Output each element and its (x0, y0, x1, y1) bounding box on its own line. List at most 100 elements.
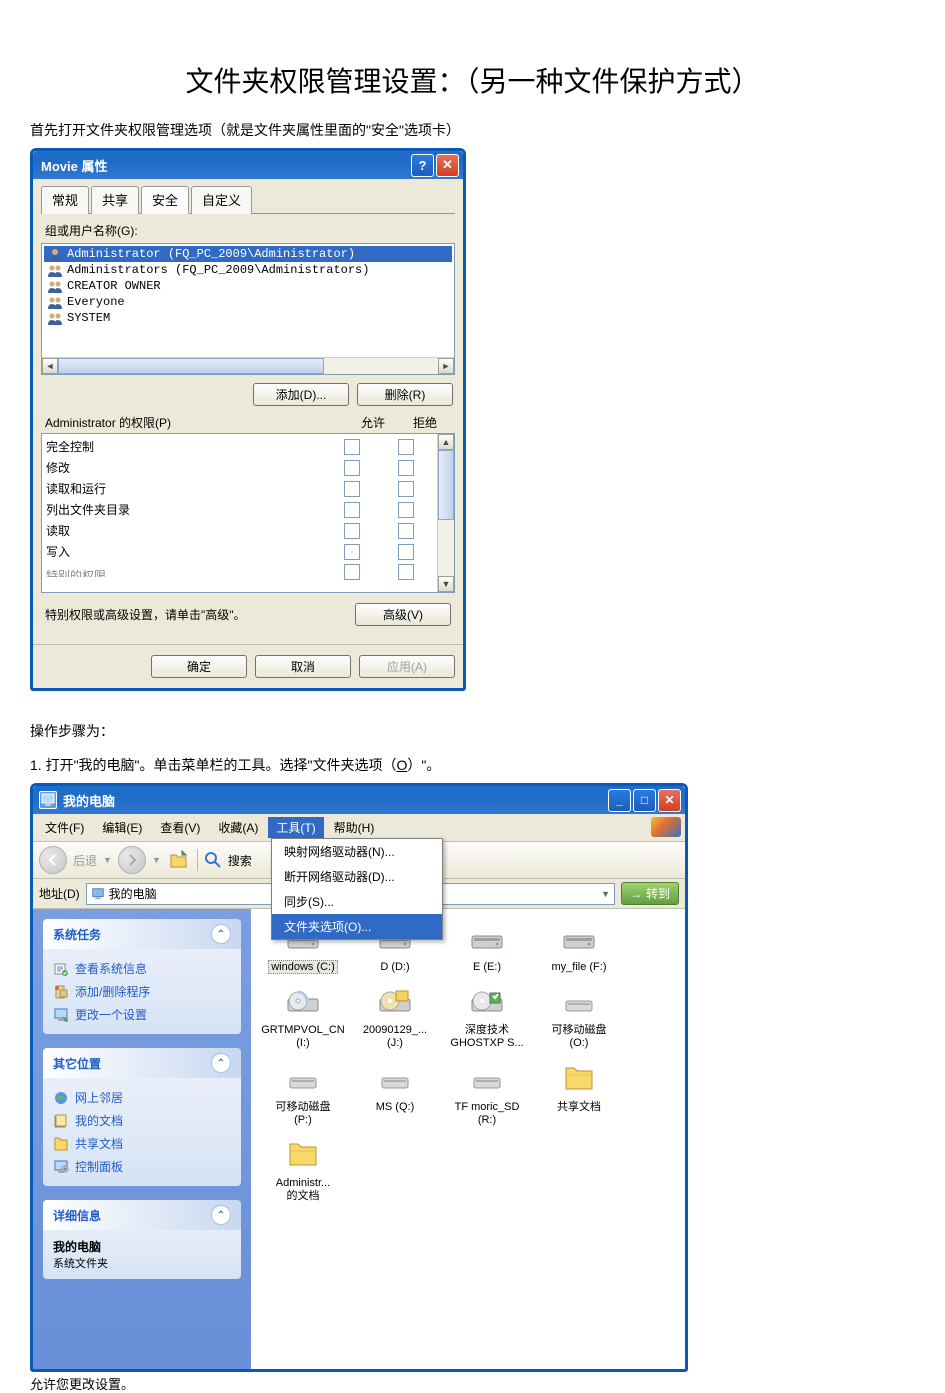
tab-3[interactable]: 自定义 (191, 186, 252, 214)
titlebar[interactable]: Movie 属性 ? ✕ (33, 151, 463, 179)
menu-item[interactable]: 帮助(H) (326, 817, 383, 838)
dropdown-item[interactable]: 文件夹选项(O)... (272, 914, 442, 939)
up-button[interactable] (167, 848, 191, 872)
apply-button[interactable]: 应用(A) (359, 655, 455, 678)
menu-item[interactable]: 收藏(A) (210, 817, 266, 838)
collapse-icon[interactable]: ⌃ (211, 924, 231, 944)
user-item[interactable]: Administrator (FQ_PC_2009\Administrator) (44, 246, 452, 262)
status-text: 允许您更改设置。 (30, 1372, 915, 1393)
drive-icon[interactable]: MS (Q:) (349, 1059, 441, 1127)
sidebar-link[interactable]: 更改一个设置 (53, 1003, 231, 1026)
allow-checkbox[interactable] (344, 439, 360, 455)
drive-icon[interactable]: Administr...的文档 (257, 1135, 349, 1203)
permission-listbox: 完全控制修改读取和运行列出文件夹目录读取写入特别的权限 ▲ ▼ (41, 433, 455, 593)
user-listbox[interactable]: Administrator (FQ_PC_2009\Administrator)… (41, 243, 455, 375)
panel-header[interactable]: 系统任务⌃ (43, 919, 241, 949)
dropdown-item[interactable]: 断开网络驱动器(D)... (272, 864, 442, 889)
deny-checkbox[interactable] (398, 564, 414, 580)
scroll-up-icon[interactable]: ▲ (438, 434, 454, 450)
drive-icon[interactable]: 20090129_...(J:) (349, 982, 441, 1050)
v-scrollbar[interactable]: ▲ ▼ (437, 434, 454, 592)
collapse-icon[interactable]: ⌃ (211, 1053, 231, 1073)
scroll-thumb[interactable] (438, 450, 454, 520)
menu-item[interactable]: 编辑(E) (94, 817, 150, 838)
go-button[interactable]: →转到 (621, 882, 679, 905)
drive-icon[interactable]: GRTMPVOL_CN(I:) (257, 982, 349, 1050)
drive-icon[interactable]: TF moric_SD(R:) (441, 1059, 533, 1127)
drive-icon[interactable]: 共享文档 (533, 1059, 625, 1127)
scroll-down-icon[interactable]: ▼ (438, 576, 454, 592)
cancel-button[interactable]: 取消 (255, 655, 351, 678)
detail-type: 系统文件夹 (53, 1255, 231, 1271)
tab-0[interactable]: 常规 (41, 186, 89, 214)
back-button[interactable] (39, 846, 67, 874)
close-button[interactable]: ✕ (658, 789, 681, 812)
dropdown-item[interactable]: 同步(S)... (272, 889, 442, 914)
menu-item[interactable]: 查看(V) (152, 817, 208, 838)
drive-icon[interactable]: E (E:) (441, 919, 533, 974)
link-icon (53, 1136, 69, 1152)
deny-checkbox[interactable] (398, 481, 414, 497)
drive-icon[interactable]: 可移动磁盘(O:) (533, 982, 625, 1050)
explorer-titlebar[interactable]: 我的电脑 _ □ ✕ (33, 786, 685, 814)
menu-item[interactable]: 工具(T) (268, 817, 323, 838)
deny-checkbox[interactable] (398, 460, 414, 476)
user-item[interactable]: Everyone (44, 294, 452, 310)
panel-header[interactable]: 其它位置⌃ (43, 1048, 241, 1078)
dropdown-item[interactable]: 映射网络驱动器(N)... (272, 839, 442, 864)
deny-checkbox[interactable] (398, 544, 414, 560)
remove-button[interactable]: 删除(R) (357, 383, 453, 406)
sidebar-link[interactable]: 控制面板 (53, 1155, 231, 1178)
computer-icon (39, 791, 57, 809)
sidebar-link[interactable]: 查看系统信息 (53, 957, 231, 980)
sidebar-link[interactable]: 添加/删除程序 (53, 980, 231, 1003)
step-1: 1. 打开"我的电脑"。单击菜单栏的工具。选择"文件夹选项（O）"。 (30, 755, 915, 775)
allow-checkbox[interactable] (344, 460, 360, 476)
drive-icon[interactable]: 深度技术GHOSTXP S... (441, 982, 533, 1050)
deny-checkbox[interactable] (398, 439, 414, 455)
drive-icon[interactable]: 可移动磁盘(P:) (257, 1059, 349, 1127)
user-item[interactable]: Administrators (FQ_PC_2009\Administrator… (44, 262, 452, 278)
drive-icon[interactable]: my_file (F:) (533, 919, 625, 974)
deny-checkbox[interactable] (398, 523, 414, 539)
perm-row: 特别的权限 (46, 562, 433, 582)
allow-checkbox[interactable] (344, 481, 360, 497)
user-item[interactable]: SYSTEM (44, 310, 452, 326)
allow-checkbox[interactable] (344, 523, 360, 539)
allow-checkbox[interactable] (344, 544, 360, 560)
icon-area[interactable]: windows (C:)D (D:)E (E:)my_file (F:)GRTM… (251, 909, 685, 1369)
properties-dialog: Movie 属性 ? ✕ 常规共享安全自定义 组或用户名称(G): Admini… (30, 148, 466, 691)
sidebar-link[interactable]: 网上邻居 (53, 1086, 231, 1109)
add-button[interactable]: 添加(D)... (253, 383, 349, 406)
search-icon[interactable] (204, 851, 222, 869)
ok-button[interactable]: 确定 (151, 655, 247, 678)
scroll-right-icon[interactable]: ► (438, 358, 454, 374)
h-scrollbar[interactable]: ◄ ► (42, 357, 454, 374)
search-label[interactable]: 搜索 (228, 852, 252, 869)
maximize-button[interactable]: □ (633, 789, 656, 812)
folder-icon (533, 1059, 625, 1099)
tab-2[interactable]: 安全 (141, 186, 189, 214)
scroll-thumb[interactable] (58, 358, 324, 374)
user-item[interactable]: CREATOR OWNER (44, 278, 452, 294)
deny-checkbox[interactable] (398, 502, 414, 518)
scroll-left-icon[interactable]: ◄ (42, 358, 58, 374)
allow-checkbox[interactable] (344, 564, 360, 580)
disk-icon (441, 919, 533, 959)
help-button[interactable]: ? (411, 154, 434, 177)
allow-checkbox[interactable] (344, 502, 360, 518)
sidebar-link[interactable]: 我的文档 (53, 1109, 231, 1132)
forward-button[interactable] (118, 846, 146, 874)
sidebar-link[interactable]: 共享文档 (53, 1132, 231, 1155)
advanced-button[interactable]: 高级(V) (355, 603, 451, 626)
rem-icon (349, 1059, 441, 1099)
close-button[interactable]: ✕ (436, 154, 459, 177)
user-icon (47, 295, 63, 309)
panel-header[interactable]: 详细信息⌃ (43, 1200, 241, 1230)
tab-1[interactable]: 共享 (91, 186, 139, 214)
collapse-icon[interactable]: ⌃ (211, 1205, 231, 1225)
minimize-button[interactable]: _ (608, 789, 631, 812)
link-icon (53, 961, 69, 977)
link-icon (53, 1159, 69, 1175)
menu-item[interactable]: 文件(F) (37, 817, 92, 838)
